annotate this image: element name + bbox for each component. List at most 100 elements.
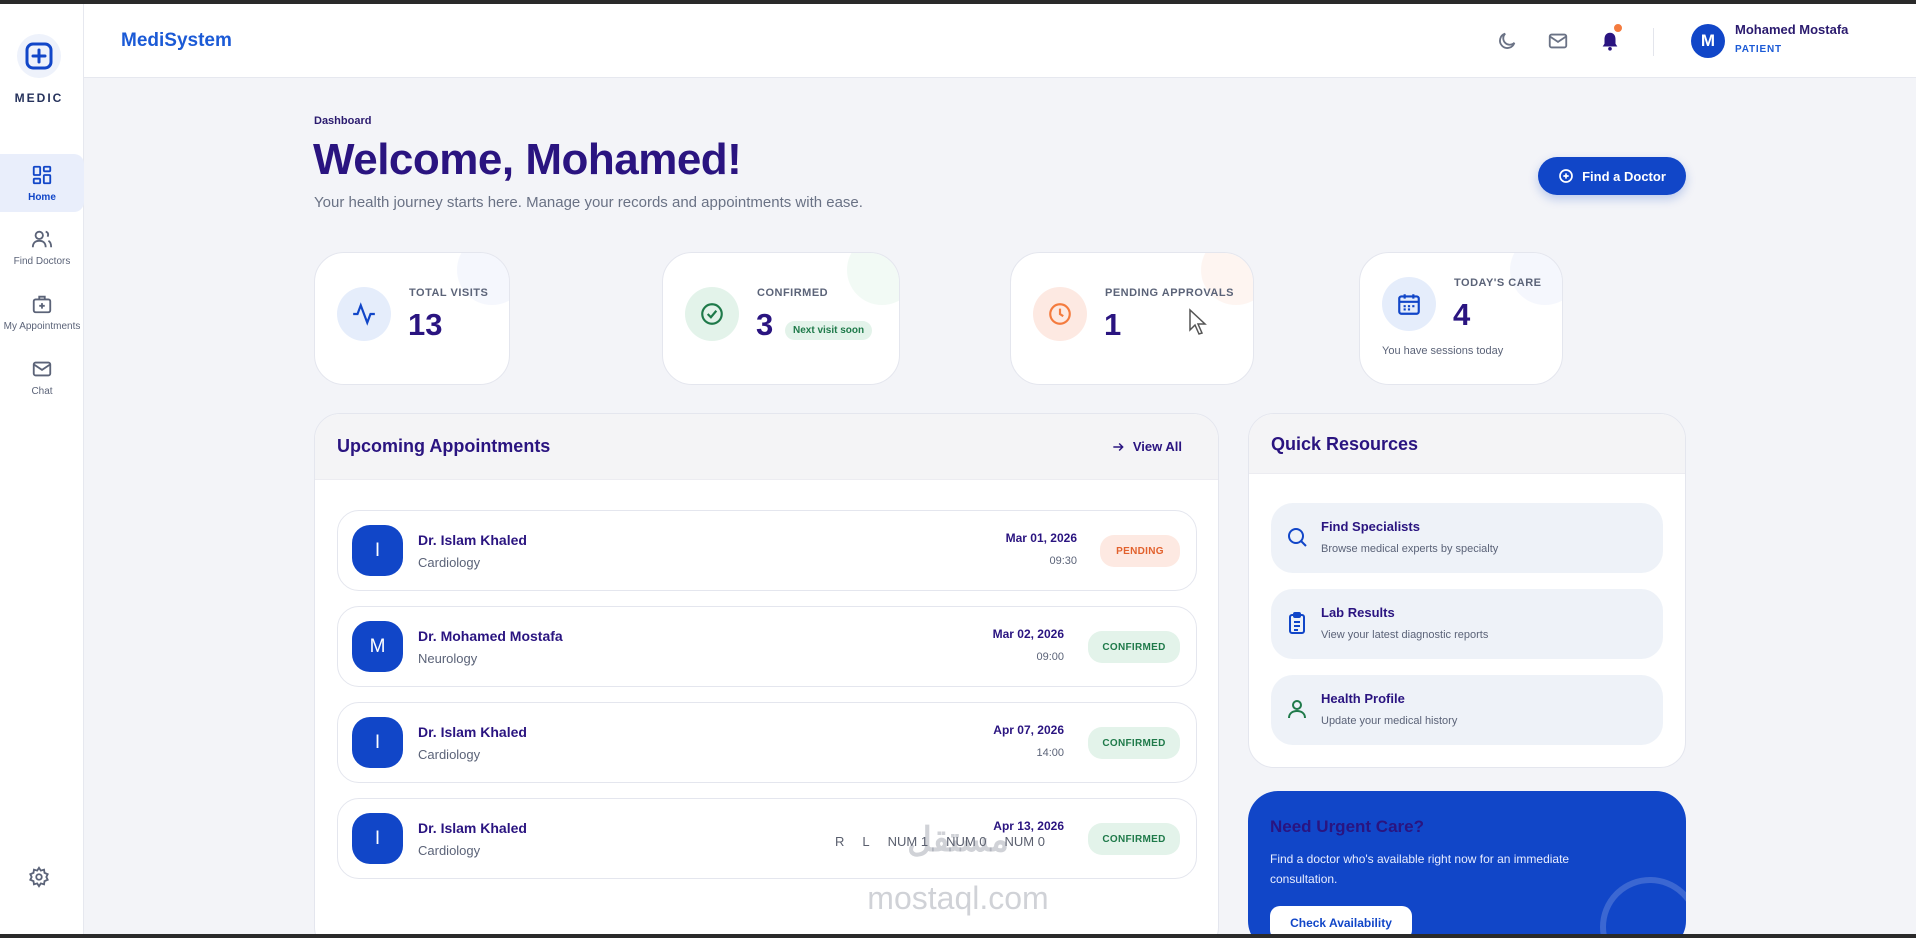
notification-badge <box>1612 22 1624 34</box>
appointment-row[interactable]: I Dr. Islam Khaled Cardiology Mar 01, 20… <box>337 510 1197 591</box>
sidebar: MEDIC Home Find Doctors My Appointments … <box>0 4 84 934</box>
doctor-name: Dr. Islam Khaled <box>418 820 527 836</box>
top-header: MediSystem M Mohamed Mostafa PATIENT <box>84 4 1916 78</box>
appointment-time: 14:00 <box>1036 747 1064 759</box>
doctor-avatar: I <box>352 717 403 768</box>
find-doctor-button[interactable]: Find a Doctor <box>1538 157 1686 195</box>
logo[interactable] <box>17 34 61 78</box>
doctor-name: Dr. Islam Khaled <box>418 532 527 548</box>
mail-icon <box>32 361 52 376</box>
appointment-date: Mar 01, 2026 <box>1005 531 1077 545</box>
key-label: NUM 1 <box>887 834 929 849</box>
stat-card-todays-care[interactable]: TODAY'S CARE 4 You have sessions today <box>1359 252 1563 385</box>
doctor-specialty: Cardiology <box>418 843 481 858</box>
urgent-description: Find a doctor who's available right now … <box>1270 852 1570 886</box>
stat-label: PENDING APPROVALS <box>1105 287 1234 299</box>
stat-value: 1 <box>1104 307 1122 342</box>
stat-icon-wrap <box>685 287 739 341</box>
grid-icon <box>32 165 52 184</box>
doctor-specialty: Neurology <box>418 651 478 666</box>
calendar-icon <box>1398 294 1420 315</box>
status-badge: Next visit soon <box>785 321 873 340</box>
moon-icon[interactable] <box>1496 30 1518 52</box>
resource-desc: View your latest diagnostic reports <box>1321 629 1489 641</box>
stat-icon-wrap <box>1033 287 1087 341</box>
brand-title[interactable]: MediSystem <box>121 30 232 52</box>
users-icon <box>31 230 53 247</box>
stat-icon-wrap <box>337 287 391 341</box>
plus-circle-icon <box>1559 169 1573 183</box>
sidebar-item-label: Chat <box>31 385 53 397</box>
stat-note: You have sessions today <box>1382 345 1504 357</box>
user-name[interactable]: Mohamed Mostafa <box>1735 22 1848 37</box>
stat-icon-wrap <box>1382 277 1436 331</box>
status-badge: CONFIRMED <box>1088 823 1180 855</box>
sidebar-item-home[interactable]: Home <box>0 154 84 212</box>
stat-card-pending-approvals[interactable]: PENDING APPROVALS 1 <box>1010 252 1254 385</box>
header-divider <box>1653 28 1654 56</box>
panel-title: Quick Resources <box>1271 434 1419 454</box>
sidebar-item-find-doctors[interactable]: Find Doctors <box>0 218 84 276</box>
appointment-time: 09:00 <box>1036 651 1064 663</box>
key-label: R <box>835 834 845 849</box>
clipboard-icon <box>1289 612 1305 634</box>
doctor-name: Dr. Mohamed Mostafa <box>418 628 563 644</box>
view-all-label: View All <box>1132 439 1182 454</box>
stat-label: TOTAL VISITS <box>409 287 489 299</box>
clock-icon <box>1049 303 1071 325</box>
appointments-panel: Upcoming Appointments View All I Dr. Isl… <box>314 413 1219 938</box>
resource-title: Lab Results <box>1321 605 1395 620</box>
sidebar-item-my-appointments[interactable]: My Appointments <box>0 283 84 341</box>
doctor-avatar: I <box>352 813 403 864</box>
sidebar-item-label: My Appointments <box>3 320 81 332</box>
avatar[interactable]: M <box>1691 24 1725 58</box>
resource-health-profile[interactable]: Health Profile Update your medical histo… <box>1271 675 1663 745</box>
status-badge: PENDING <box>1100 535 1180 567</box>
mail-icon[interactable] <box>1547 30 1569 52</box>
doctor-avatar: I <box>352 525 403 576</box>
medical-bag-icon <box>32 295 52 313</box>
gear-icon[interactable] <box>28 866 50 888</box>
search-icon <box>1288 528 1307 547</box>
key-label: L <box>862 834 870 849</box>
window-bottom-edge <box>0 934 1916 938</box>
mouse-cursor-icon <box>1189 308 1207 335</box>
breadcrumb[interactable]: Dashboard <box>314 115 371 127</box>
panel-header: Upcoming Appointments View All <box>315 414 1218 480</box>
sidebar-item-chat[interactable]: Chat <box>0 348 84 406</box>
view-all-link[interactable]: View All <box>1111 439 1182 454</box>
doctor-specialty: Cardiology <box>418 747 481 762</box>
activity-icon <box>353 302 375 326</box>
stat-card-total-visits[interactable]: TOTAL VISITS 13 <box>314 252 510 385</box>
page-title: Welcome, Mohamed! <box>313 135 742 184</box>
panel-header: Quick Resources <box>1249 414 1685 474</box>
find-doctor-label: Find a Doctor <box>1582 168 1666 184</box>
appointment-date: Apr 07, 2026 <box>993 723 1064 737</box>
keyboard-overlay: R L NUM 1 NUM 0 NUM 0 <box>835 834 1045 849</box>
resource-find-specialists[interactable]: Find Specialists Browse medical experts … <box>1271 503 1663 573</box>
doctor-name: Dr. Islam Khaled <box>418 724 527 740</box>
resource-desc: Browse medical experts by specialty <box>1321 543 1499 555</box>
key-label: NUM 0 <box>1004 834 1045 849</box>
stat-value: 13 <box>408 307 443 342</box>
resource-title: Health Profile <box>1321 691 1405 706</box>
arrow-right-icon <box>1113 442 1124 451</box>
watermark-url: mostaql.com <box>867 880 1049 916</box>
logo-text: MEDIC <box>14 91 64 105</box>
doctor-specialty: Cardiology <box>418 555 481 570</box>
status-badge: CONFIRMED <box>1088 631 1180 663</box>
decorative-blob <box>847 253 899 305</box>
stat-label: TODAY'S CARE <box>1454 277 1542 289</box>
stat-value: 4 <box>1453 297 1471 332</box>
user-icon <box>1288 700 1306 719</box>
resource-lab-results[interactable]: Lab Results View your latest diagnostic … <box>1271 589 1663 659</box>
sidebar-item-label: Find Doctors <box>13 255 71 267</box>
appointment-date: Mar 02, 2026 <box>992 627 1064 641</box>
appointment-row[interactable]: M Dr. Mohamed Mostafa Neurology Mar 02, … <box>337 606 1197 687</box>
stat-card-confirmed[interactable]: CONFIRMED 3 Next visit soon <box>662 252 900 385</box>
status-badge: CONFIRMED <box>1088 727 1180 759</box>
appointment-time: 09:30 <box>1049 555 1077 567</box>
stat-value: 3 <box>756 307 774 342</box>
appointment-row[interactable]: I Dr. Islam Khaled Cardiology Apr 07, 20… <box>337 702 1197 783</box>
urgent-title: Need Urgent Care? <box>1270 817 1424 836</box>
